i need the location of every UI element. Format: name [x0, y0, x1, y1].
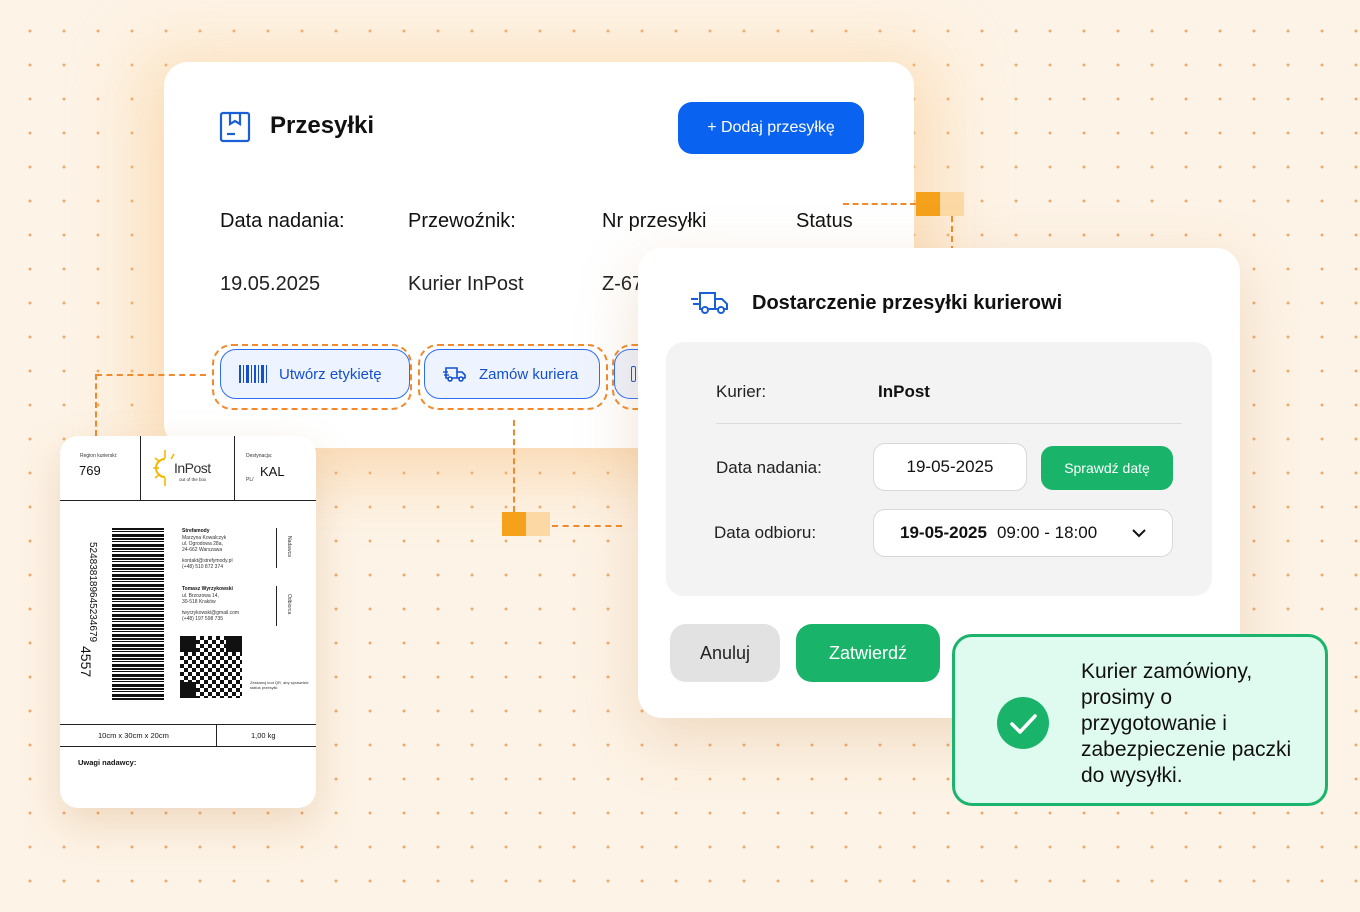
barcode-icon [239, 365, 267, 383]
sender-name: Strefamody [182, 528, 210, 534]
column-header-date: Data nadania: [220, 210, 345, 232]
sender-line: 24-662 Warszawa [182, 547, 223, 553]
pickup-date-label: Data odbioru: [714, 523, 817, 542]
inpost-logo-text: InPost [174, 460, 211, 476]
connector-line [843, 203, 916, 205]
recipient-line: 30-518 Kraków [182, 599, 216, 605]
add-shipment-button[interactable]: + Dodaj przesyłkę [678, 102, 864, 154]
label-divider [60, 724, 316, 725]
qr-note: Zeskanuj kod QR, aby sprawdzić status pr… [250, 680, 309, 690]
toast-message: Kurier zamówiony, prosimy o przygotowani… [1081, 660, 1292, 787]
order-courier-text: Zamów kuriera [479, 365, 579, 383]
connector-line [552, 525, 622, 527]
check-date-button[interactable]: Sprawdź datę [1041, 446, 1173, 490]
recipient-line: (+48) 197 598 735 [182, 616, 224, 622]
label-divider [276, 528, 277, 568]
pickup-date-select[interactable]: 19-05-2025 09:00 - 18:00 [873, 509, 1173, 557]
side-sender: Nadawca [286, 536, 292, 557]
cancel-button[interactable]: Anuluj [670, 624, 780, 682]
inpost-tagline: out of the box [179, 477, 207, 482]
create-label-text: Utwórz etykietę [279, 365, 382, 383]
side-recipient: Odbiorca [286, 594, 292, 615]
create-label-button[interactable]: Utwórz etykietę [220, 349, 410, 399]
column-header-status: Status [796, 210, 853, 232]
destination-prefix: PL/ [246, 477, 254, 483]
barcode-image [112, 528, 164, 700]
label-divider [140, 436, 141, 500]
connector-node [526, 512, 550, 536]
truck-icon [443, 367, 466, 382]
divider [716, 423, 1182, 424]
label-divider [234, 436, 235, 500]
region-value: 769 [79, 463, 101, 478]
connector-line [95, 374, 97, 436]
document-icon [631, 366, 636, 382]
courier-label: Kurier: [716, 382, 767, 401]
row-carrier: Kurier InPost [408, 273, 524, 295]
row-number: Z-67 [602, 273, 644, 295]
row-date: 19.05.2025 [220, 273, 321, 295]
check-circle-icon [997, 697, 1049, 749]
courier-form-panel: Kurier: InPost Data nadania: 19-05-2025 … [666, 342, 1212, 596]
destination-label: Destynacja: [246, 453, 273, 459]
truck-icon [691, 292, 728, 314]
label-divider [60, 500, 316, 501]
sender-line: (+48) 510 872 374 [182, 564, 224, 570]
label-divider [276, 586, 277, 626]
shipping-label-card: Region kurierski: 769 InPost out of the … [60, 436, 316, 808]
label-code: 4557 [78, 646, 94, 678]
chevron-down-icon [1132, 528, 1146, 537]
connector-node [502, 512, 526, 536]
qr-code [180, 636, 242, 698]
connector-line [513, 420, 515, 512]
weight: 1,00 kg [251, 731, 276, 740]
send-date-label: Data nadania: [716, 458, 822, 477]
connector-node [916, 192, 940, 216]
column-header-carrier: Przewoźnik: [408, 210, 516, 232]
region-label: Region kurierski: [80, 453, 118, 459]
label-divider [60, 746, 316, 747]
courier-card-title: Dostarczenie przesyłki kurierowi [752, 292, 1063, 314]
connector-line [96, 374, 206, 376]
recipient-name: Tomasz Wyrzykowski [182, 586, 233, 592]
label-divider [216, 724, 217, 746]
page-title: Przesyłki [270, 112, 375, 139]
pickup-date-value: 19-05-2025 [900, 523, 987, 542]
destination-value: KAL [260, 464, 285, 479]
send-date-field[interactable]: 19-05-2025 [873, 443, 1027, 491]
column-header-number: Nr przesyłki [602, 210, 707, 232]
package-icon [219, 111, 251, 143]
confirm-button[interactable]: Zatwierdź [796, 624, 940, 682]
send-date-value: 19-05-2025 [906, 457, 994, 476]
dimensions: 10cm x 30cm x 20cm [98, 731, 169, 740]
order-courier-button[interactable]: Zamów kuriera [424, 349, 600, 399]
success-toast: Kurier zamówiony, prosimy o przygotowani… [952, 634, 1328, 806]
courier-value: InPost [878, 382, 930, 401]
connector-node [940, 192, 964, 216]
pickup-time-value: 09:00 - 18:00 [996, 523, 1098, 542]
sender-notes-label: Uwagi nadawcy: [78, 758, 137, 767]
